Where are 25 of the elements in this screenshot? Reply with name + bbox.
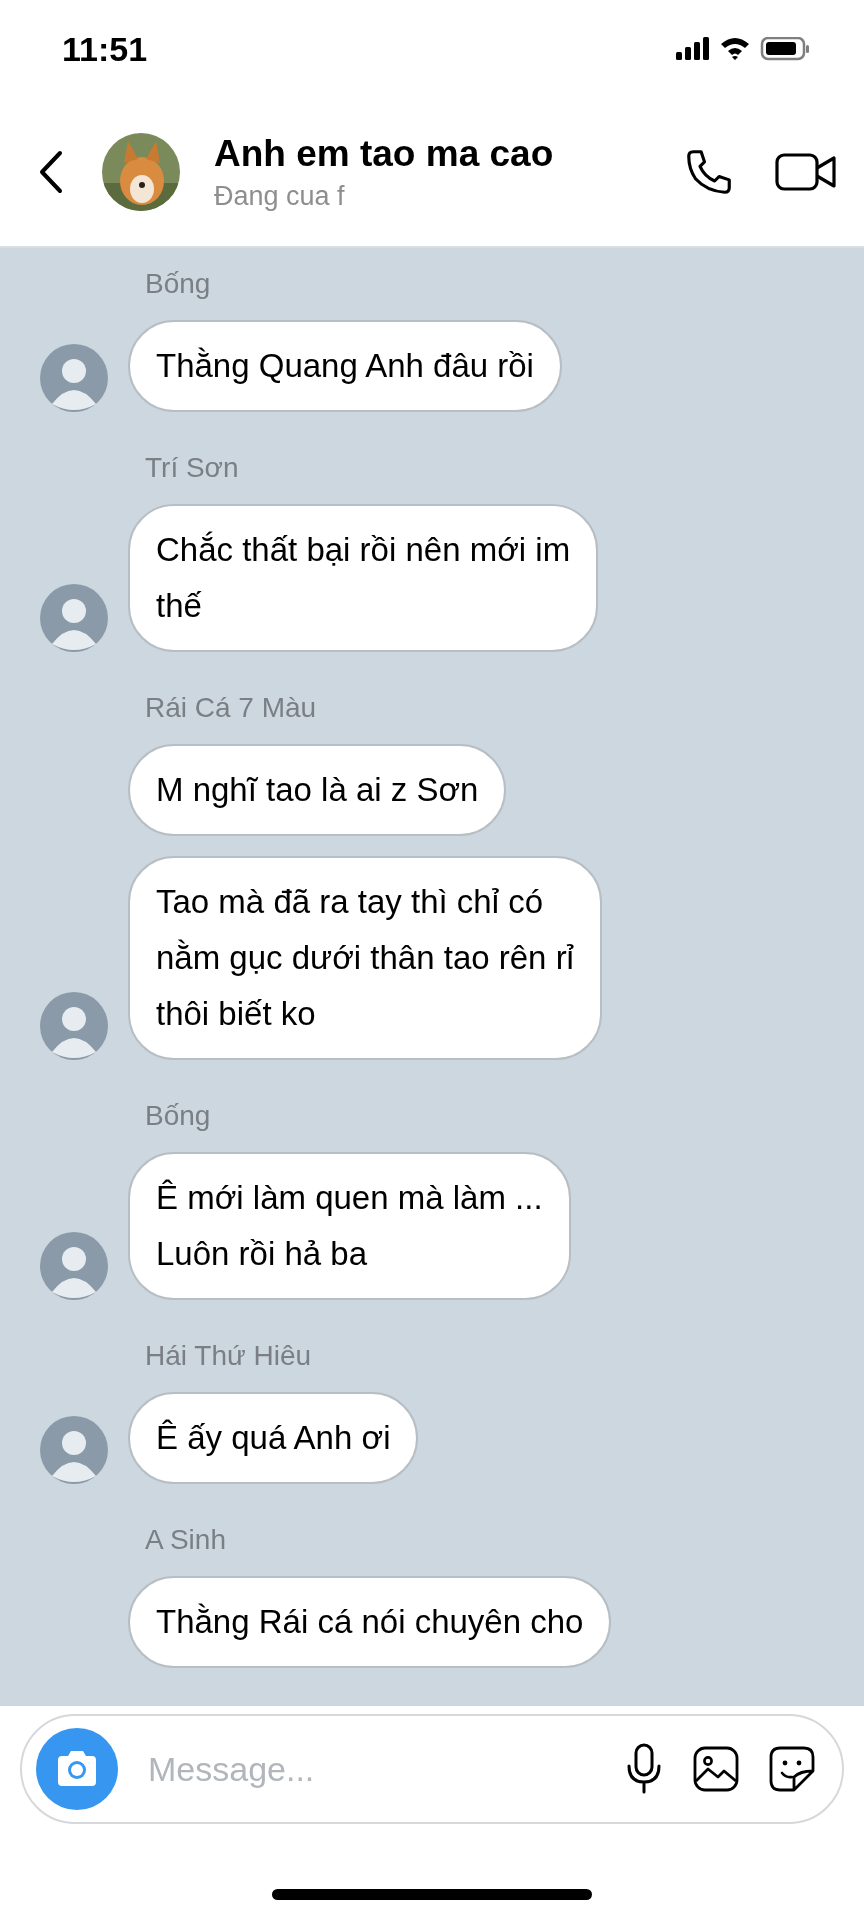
sender-name: A Sinh — [145, 1524, 227, 1556]
message-composer[interactable]: Message... — [20, 1714, 844, 1824]
sender-name: Bống — [145, 268, 212, 300]
message-input[interactable]: Message... — [146, 1748, 596, 1790]
message-bubble: Thằng Quang Anh đâu rồi — [128, 320, 562, 412]
camera-icon[interactable] — [36, 1728, 118, 1810]
message-bubble: Ê mới làm quen mà làm ... Luôn rồi hả ba — [128, 1152, 571, 1300]
message-bubble: Chắc thất bại rồi nên mới im thế — [128, 504, 599, 652]
chat-status: Đang cua f — [214, 180, 346, 212]
status-time: 11:51 — [62, 29, 148, 69]
message-bubble: Tao mà đã ra tay thì chỉ có nằm gục dưới thân tao rên rỉ thôi biết ko — [128, 856, 602, 1060]
message-bubble: M nghĩ tao là ai z Sơn — [128, 744, 507, 836]
sticker-icon[interactable] — [768, 1745, 816, 1793]
message-bubble: Thằng Rái cá nói chuyên cho — [128, 1576, 612, 1668]
message-bubble: Ê ấy quá Anh ơi — [128, 1392, 419, 1484]
sender-name: Hái Thứ Hiêu — [145, 1340, 313, 1372]
back-icon[interactable] — [38, 150, 64, 194]
signal-icon — [676, 37, 710, 61]
sender-name: Rái Cá 7 Màu — [145, 692, 318, 724]
chat-title: Anh em tao ma cao — [214, 132, 555, 175]
battery-icon — [760, 37, 810, 61]
sender-name: Trí Sơn — [145, 452, 240, 484]
wifi-icon — [720, 37, 750, 61]
sender-name: Bống — [145, 1100, 212, 1132]
image-icon[interactable] — [692, 1745, 740, 1793]
